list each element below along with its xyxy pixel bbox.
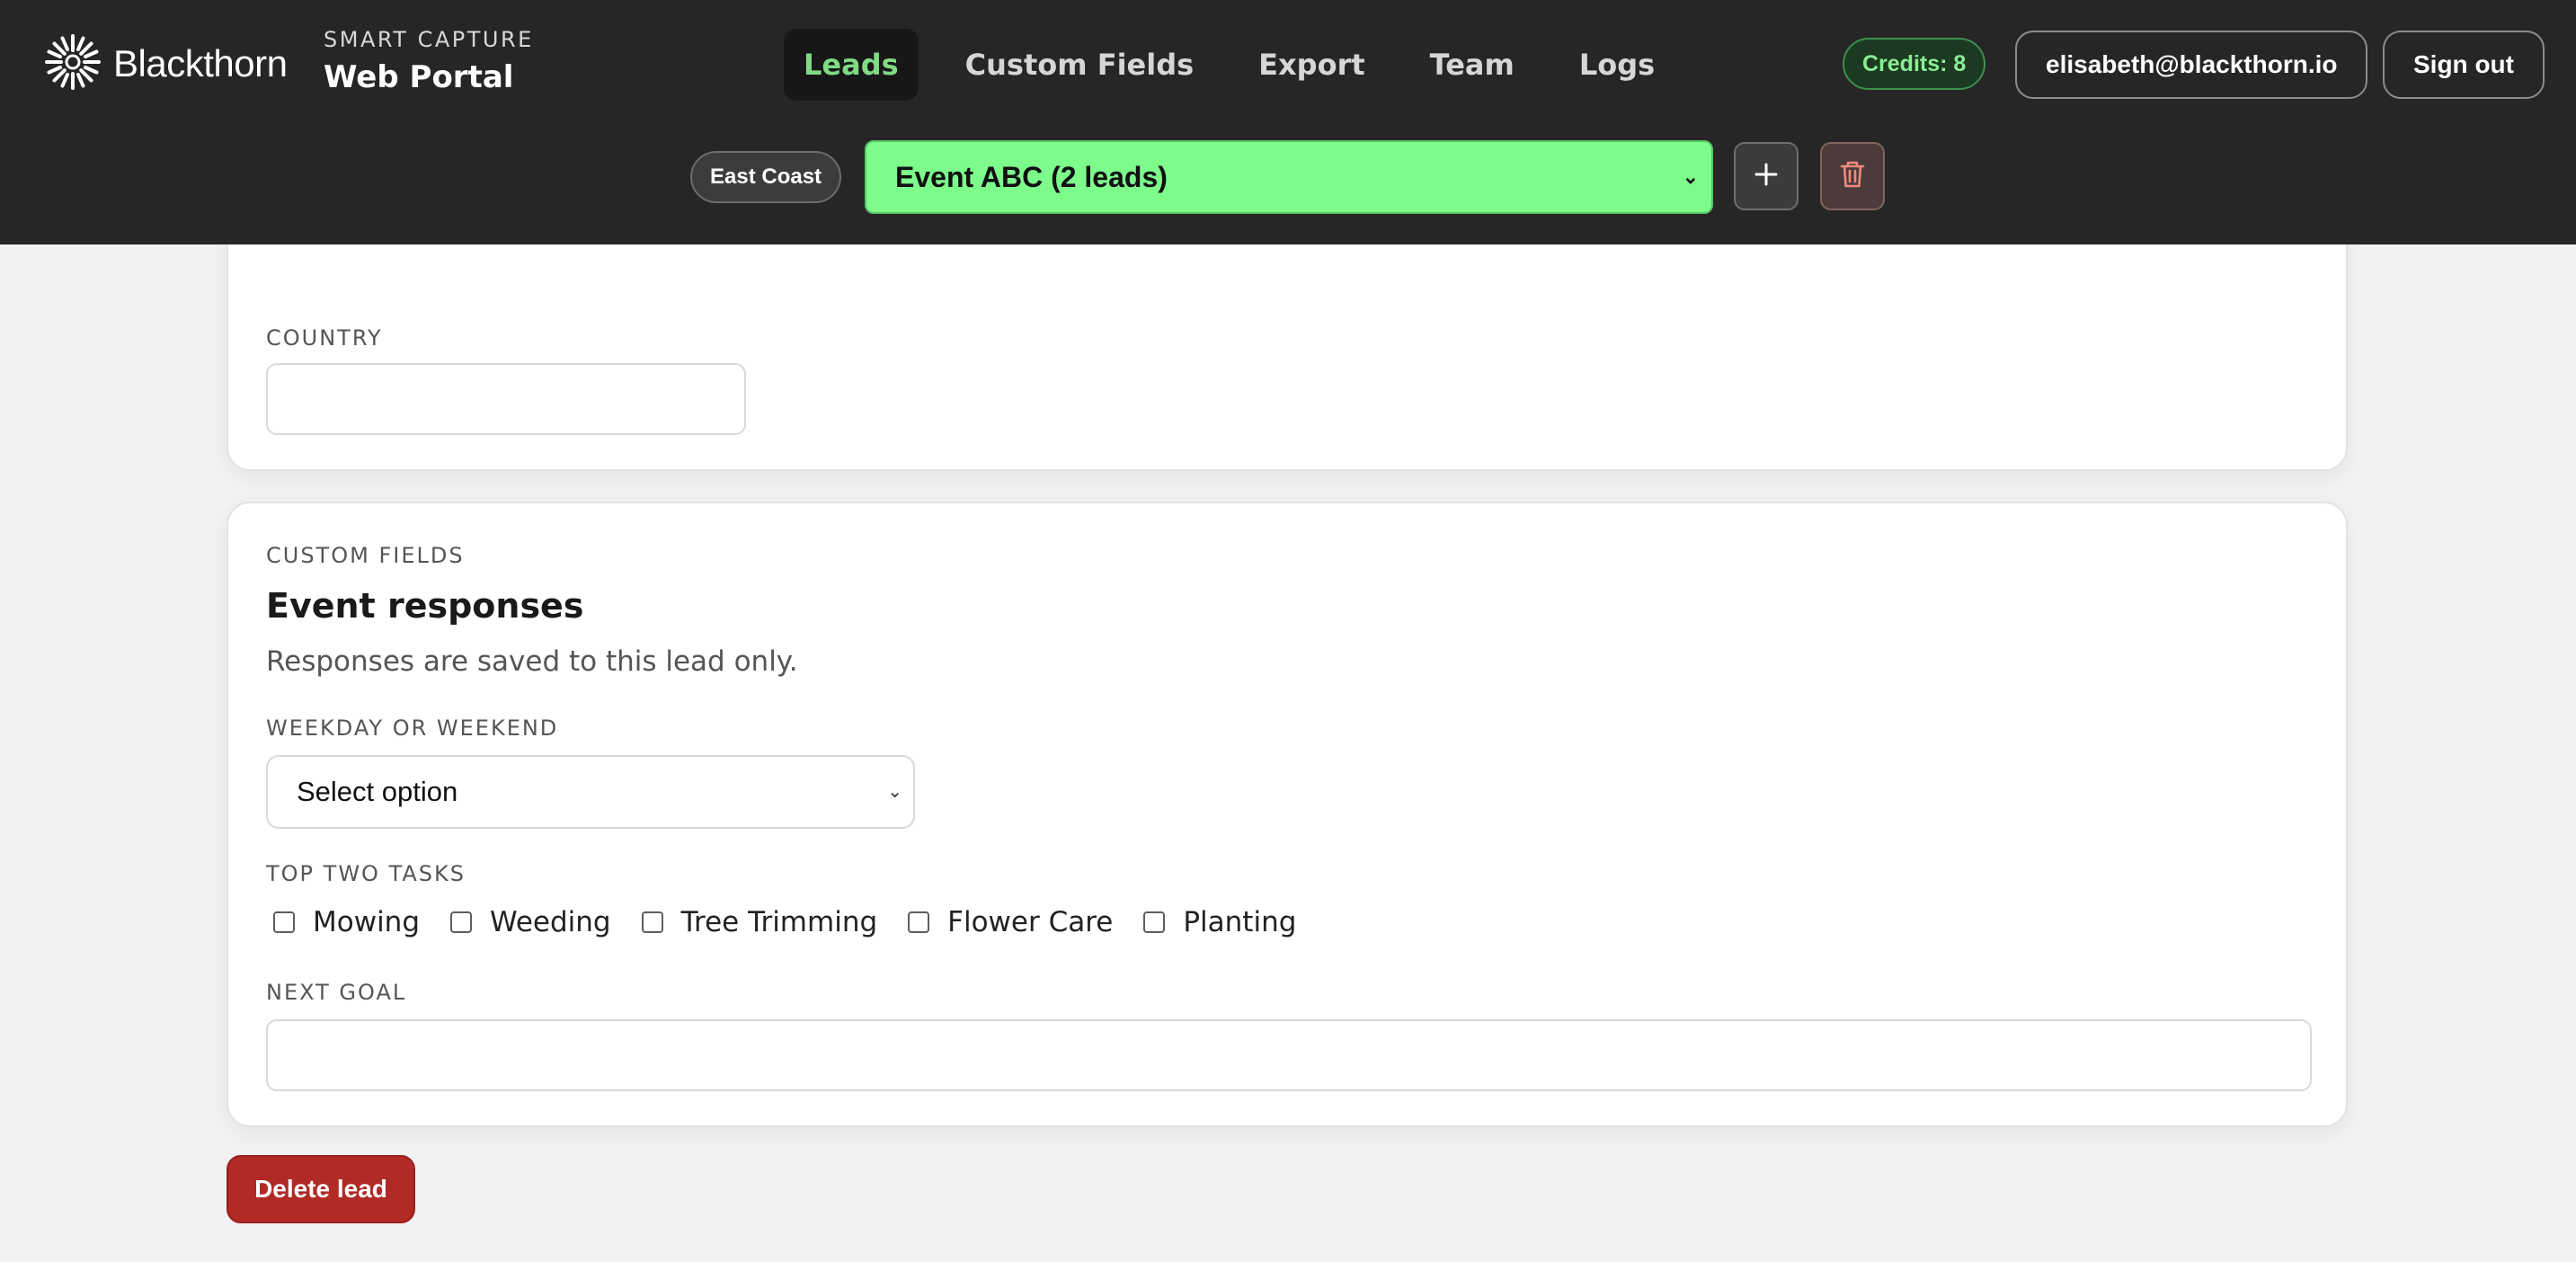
custom-fields-title: Event responses	[266, 586, 584, 626]
portal-kicker: SMART CAPTURE	[324, 27, 534, 52]
brand-logo[interactable]: Blackthorn	[43, 32, 288, 95]
task-checkbox[interactable]	[641, 911, 663, 933]
portal-title-block: SMART CAPTURE Web Portal	[324, 27, 534, 95]
add-event-button[interactable]	[1734, 142, 1799, 210]
custom-fields-kicker: CUSTOM FIELDS	[266, 543, 465, 568]
sign-out-button[interactable]: Sign out	[2383, 31, 2545, 99]
weekday-select[interactable]: Select option ⌄	[266, 755, 915, 829]
next-goal-input[interactable]	[266, 1019, 2312, 1091]
task-checkbox[interactable]	[1143, 911, 1166, 933]
task-checkbox[interactable]	[908, 911, 930, 933]
chevron-down-icon: ⌄	[1682, 165, 1699, 188]
next-goal-label: NEXT GOAL	[266, 980, 407, 1005]
tasks-checkbox-group: Mowing Weeding Tree Trimming Flower Care…	[273, 906, 1327, 938]
task-option-mowing[interactable]: Mowing	[273, 906, 420, 938]
user-account-button[interactable]: elisabeth@blackthorn.io	[2015, 31, 2368, 99]
blackthorn-logo-icon	[43, 32, 102, 95]
custom-fields-subtitle: Responses are saved to this lead only.	[266, 645, 798, 678]
task-label: Tree Trimming	[680, 906, 878, 938]
task-label: Weeding	[490, 906, 611, 938]
event-select-value: Event ABC (2 leads)	[895, 161, 1168, 193]
delete-event-button[interactable]	[1820, 142, 1885, 210]
delete-lead-button[interactable]: Delete lead	[227, 1155, 415, 1223]
task-option-weeding[interactable]: Weeding	[450, 906, 611, 938]
nav-logs[interactable]: Logs	[1559, 29, 1674, 101]
portal-title: Web Portal	[324, 59, 514, 95]
task-label: Flower Care	[947, 906, 1114, 938]
weekday-select-value: Select option	[297, 776, 458, 807]
task-checkbox[interactable]	[273, 911, 295, 933]
main-nav: Leads Custom Fields Export Team Logs	[784, 29, 1700, 101]
task-option-tree-trimming[interactable]: Tree Trimming	[641, 906, 878, 938]
chevron-down-icon: ⌄	[887, 782, 902, 802]
tasks-label: TOP TWO TASKS	[266, 861, 466, 886]
custom-fields-card: CUSTOM FIELDS Event responses Responses …	[227, 502, 2348, 1127]
task-checkbox[interactable]	[450, 911, 473, 933]
region-badge[interactable]: East Coast	[690, 151, 842, 203]
nav-team[interactable]: Team	[1410, 29, 1534, 101]
plus-icon	[1753, 156, 1780, 197]
task-label: Mowing	[313, 906, 421, 938]
country-label: COUNTRY	[266, 325, 383, 351]
nav-leads[interactable]: Leads	[784, 29, 919, 101]
trash-icon	[1838, 159, 1867, 193]
credits-badge: Credits: 8	[1843, 38, 1986, 90]
nav-custom-fields[interactable]: Custom Fields	[946, 29, 1214, 101]
country-input[interactable]	[266, 363, 746, 435]
brand-name: Blackthorn	[113, 42, 288, 84]
task-label: Planting	[1183, 906, 1297, 938]
task-option-flower-care[interactable]: Flower Care	[908, 906, 1113, 938]
top-bar: Blackthorn SMART CAPTURE Web Portal Lead…	[0, 0, 2576, 244]
task-option-planting[interactable]: Planting	[1143, 906, 1296, 938]
nav-export[interactable]: Export	[1239, 29, 1384, 101]
event-select[interactable]: Event ABC (2 leads) ⌄	[865, 140, 1713, 214]
weekday-label: WEEKDAY OR WEEKEND	[266, 715, 559, 741]
